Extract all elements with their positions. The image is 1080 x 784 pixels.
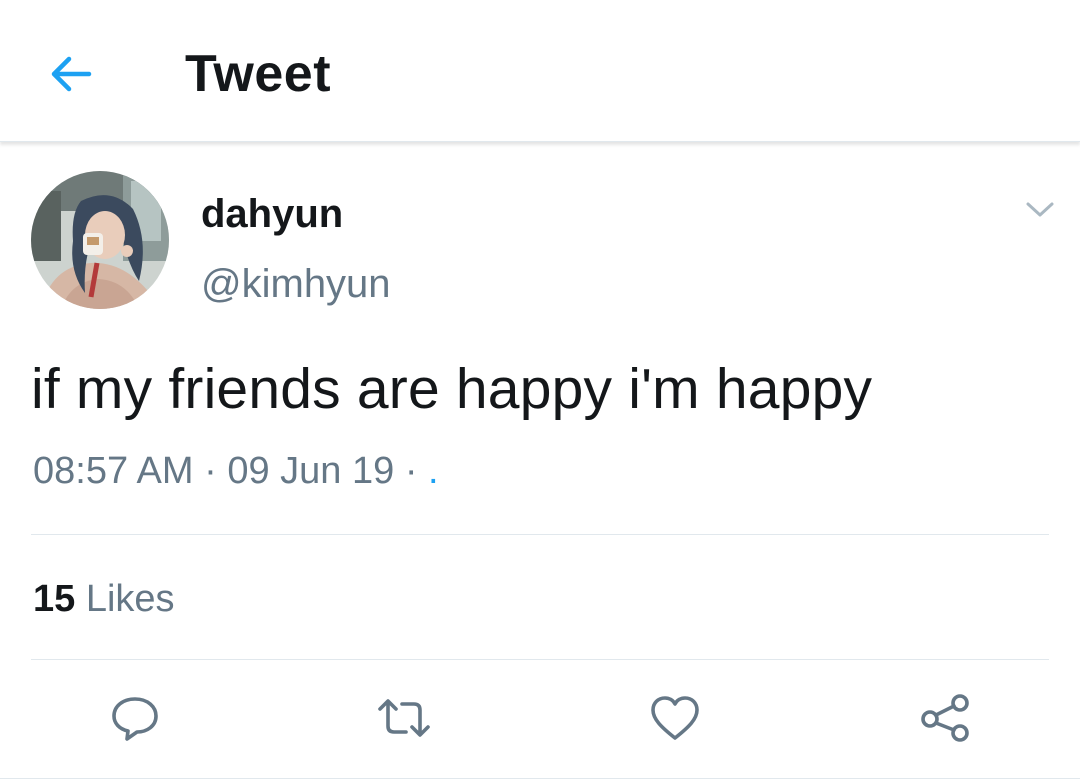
meta-separator: · <box>394 450 429 492</box>
tweet-menu-button[interactable] <box>1018 192 1062 228</box>
share-button[interactable] <box>915 690 975 746</box>
chevron-down-icon <box>1026 202 1054 217</box>
meta-separator: · <box>193 450 228 492</box>
top-app-bar: Tweet <box>0 0 1080 142</box>
retweet-icon <box>378 699 430 737</box>
reply-button[interactable] <box>105 690 165 746</box>
heart-icon <box>651 696 699 740</box>
likes-count-link[interactable]: 15 Likes <box>33 578 175 621</box>
tweet-text: if my friends are happy i'm happy <box>31 357 873 421</box>
tweet-source-link[interactable]: . <box>428 450 439 492</box>
tweet-time: 08:57 AM <box>33 450 194 492</box>
retweet-button[interactable] <box>374 690 434 746</box>
likes-label: Likes <box>85 578 175 620</box>
reply-icon <box>112 697 158 741</box>
share-icon <box>921 694 969 742</box>
like-button[interactable] <box>645 690 705 746</box>
tweet-date: 09 Jun 19 <box>227 450 395 492</box>
avatar[interactable] <box>31 171 169 309</box>
profile-photo <box>31 171 169 309</box>
author-handle[interactable]: @kimhyun <box>201 262 391 307</box>
divider <box>31 534 1049 535</box>
author-display-name[interactable]: dahyun <box>201 192 343 237</box>
page-title: Tweet <box>185 45 332 103</box>
divider <box>0 778 1080 779</box>
arrow-left-icon <box>51 56 92 92</box>
tweet-timestamp: 08:57 AM · 09 Jun 19 · . <box>33 450 439 493</box>
tweet-detail-screen: Tweet dahyun @kimhyun if my friends are … <box>0 0 1080 784</box>
divider <box>31 659 1049 660</box>
back-button[interactable] <box>44 50 100 98</box>
likes-count: 15 <box>33 578 76 620</box>
